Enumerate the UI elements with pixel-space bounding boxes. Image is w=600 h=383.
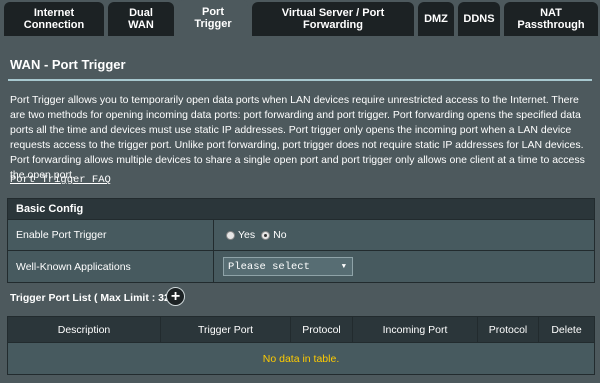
tab-port-trigger[interactable]: Port Trigger	[178, 0, 248, 36]
col-delete: Delete	[551, 323, 582, 336]
tab-virtual-server[interactable]: Virtual Server / Port Forwarding	[252, 2, 414, 36]
tab-label: DDNS	[463, 13, 495, 25]
basic-config-table: Basic Config Enable Port Trigger Yes No …	[7, 198, 595, 283]
select-value: Please select	[228, 260, 310, 273]
faq-link[interactable]: Port Trigger FAQ	[10, 174, 111, 186]
yes-label: Yes	[238, 229, 256, 241]
title-divider	[8, 79, 592, 81]
col-description: Description	[8, 317, 161, 342]
well-known-apps-cell: Please select ▼	[214, 251, 594, 282]
tab-label: Internet Connection	[23, 7, 85, 31]
well-known-apps-row: Well-Known Applications Please select ▼	[8, 251, 594, 282]
well-known-apps-select[interactable]: Please select ▼	[223, 257, 353, 276]
chevron-down-icon: ▼	[341, 262, 346, 271]
trigger-list-title: Trigger Port List ( Max Limit : 32 )	[10, 292, 177, 304]
col-incoming-port: Incoming Port	[353, 317, 478, 342]
add-rule-button[interactable]: +	[166, 287, 185, 306]
col-trigger-port: Trigger Port	[161, 317, 291, 342]
no-option[interactable]: No	[261, 229, 287, 241]
enable-port-trigger-options: Yes No	[214, 220, 594, 250]
basic-config-header: Basic Config	[8, 199, 594, 220]
enable-port-trigger-row: Enable Port Trigger Yes No	[8, 220, 594, 251]
yes-option[interactable]: Yes	[226, 229, 255, 241]
page-description: Port Trigger allows you to temporarily o…	[10, 94, 585, 181]
no-label: No	[273, 229, 287, 241]
page-title: WAN - Port Trigger	[10, 57, 126, 72]
no-radio[interactable]	[261, 230, 271, 240]
empty-table-message: No data in table.	[8, 343, 594, 374]
tab-dual-wan[interactable]: Dual WAN	[108, 2, 174, 36]
tab-internet-connection[interactable]: Internet Connection	[4, 2, 104, 36]
well-known-apps-label: Well-Known Applications	[8, 251, 214, 282]
trigger-port-table: Description Trigger Port Protocol Incomi…	[7, 316, 595, 375]
tab-nat-passthrough[interactable]: NAT Passthrough	[504, 2, 598, 36]
trigger-table-header: Description Trigger Port Protocol Incomi…	[8, 317, 594, 343]
col-protocol: Protocol	[291, 317, 353, 342]
tab-bar: Internet Connection Dual WAN Port Trigge…	[0, 0, 600, 36]
tab-label: DMZ	[424, 13, 448, 25]
tab-label: Port Trigger	[194, 6, 232, 30]
tab-dmz[interactable]: DMZ	[418, 2, 454, 36]
enable-port-trigger-label: Enable Port Trigger	[8, 220, 214, 250]
tab-label: Virtual Server / Port Forwarding	[281, 7, 385, 31]
tab-ddns[interactable]: DDNS	[458, 2, 500, 36]
plus-icon: +	[170, 287, 181, 305]
tab-label: NAT Passthrough	[517, 7, 585, 31]
tab-label: Dual WAN	[128, 7, 154, 31]
col-protocol-2: Protocol	[478, 317, 539, 342]
yes-radio[interactable]	[226, 230, 235, 240]
